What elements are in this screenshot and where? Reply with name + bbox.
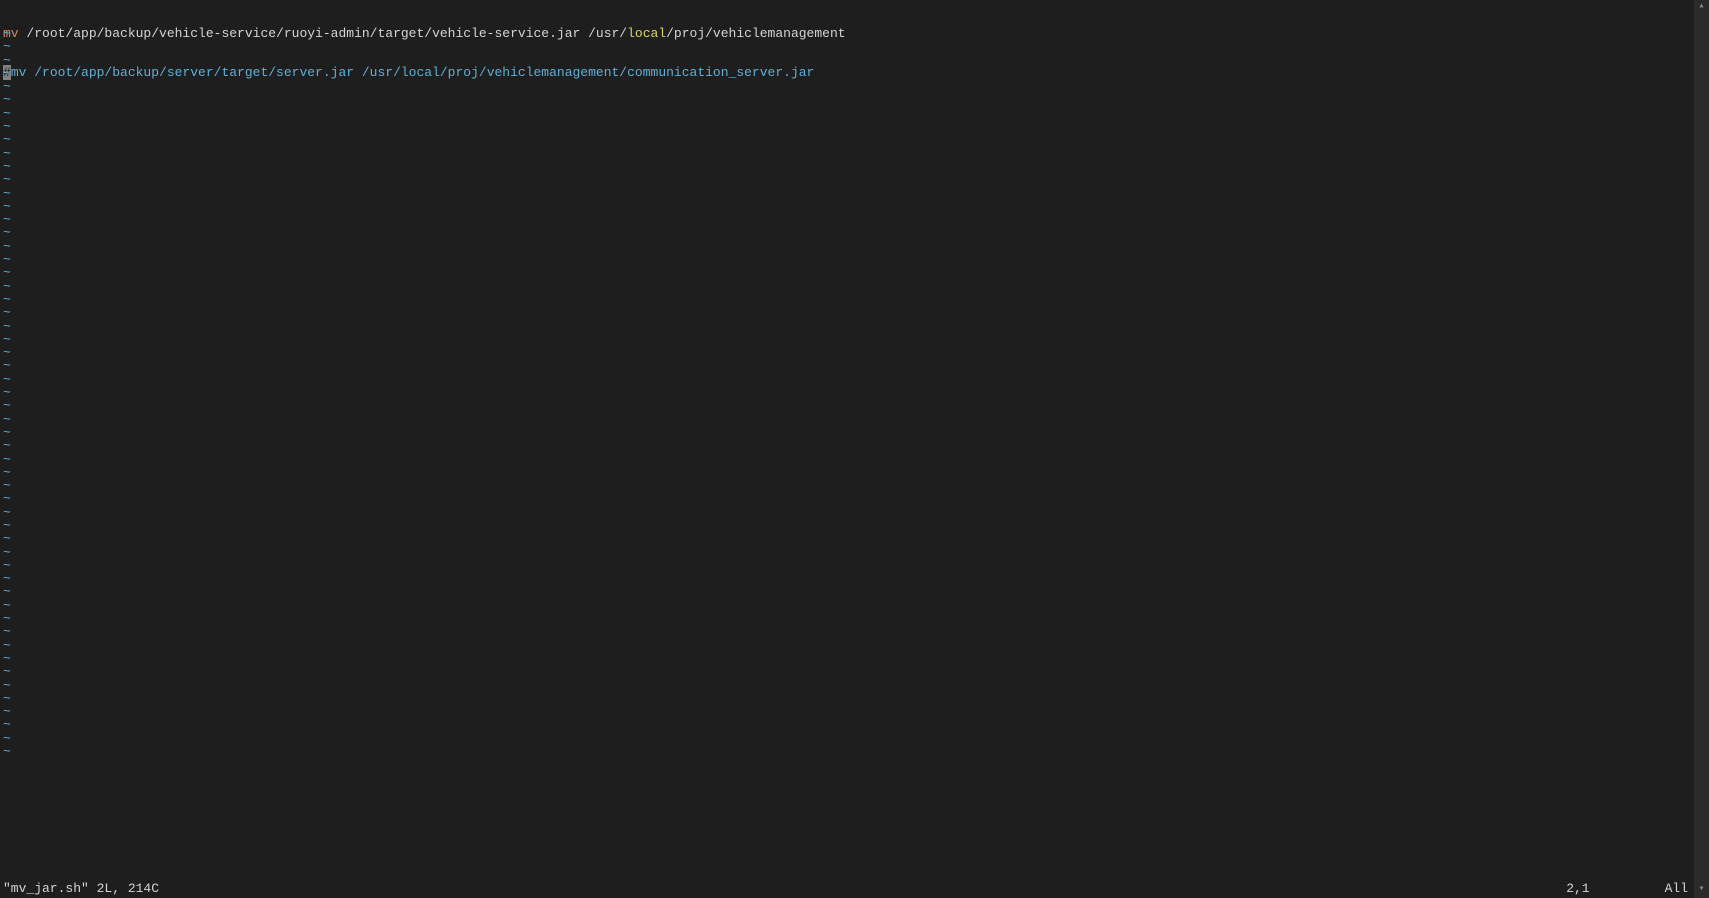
path-text: /root/app/backup/vehicle-service/ruoyi-a… — [19, 26, 628, 41]
empty-line-tilde: ~ — [3, 679, 11, 692]
empty-line-tilde: ~ — [3, 266, 11, 279]
empty-line-tilde: ~ — [3, 585, 11, 598]
empty-line-tilde: ~ — [3, 559, 11, 572]
empty-line-tilde: ~ — [3, 599, 11, 612]
empty-line-tilde: ~ — [3, 639, 11, 652]
empty-line-tilde: ~ — [3, 519, 11, 532]
empty-line-tilde: ~ — [3, 546, 11, 559]
empty-line-tilde: ~ — [3, 453, 11, 466]
empty-line-tilde: ~ — [3, 506, 11, 519]
empty-line-tilde: ~ — [3, 280, 11, 293]
status-position: 2,1 — [1566, 882, 1589, 896]
empty-line-tilde: ~ — [3, 240, 11, 253]
empty-line-tilde: ~ — [3, 745, 11, 758]
empty-line-tilde: ~ — [3, 253, 11, 266]
empty-line-tilde: ~ — [3, 293, 11, 306]
path-text: /proj/vehiclemanagement — [666, 26, 845, 41]
empty-line-tilde: ~ — [3, 718, 11, 731]
empty-line-tilde: ~ — [3, 226, 11, 239]
code-line-2[interactable]: #mv /root/app/backup/server/target/serve… — [0, 66, 1694, 79]
empty-line-tilde: ~ — [3, 652, 11, 665]
empty-line-tilde: ~ — [3, 612, 11, 625]
empty-line-tilde: ~ — [3, 705, 11, 718]
empty-line-tilde: ~ — [3, 373, 11, 386]
empty-line-tilde: ~ — [3, 732, 11, 745]
empty-line-tilde: ~ — [3, 67, 11, 80]
empty-line-tilde: ~ — [3, 120, 11, 133]
empty-line-tilde: ~ — [3, 359, 11, 372]
empty-line-tilde: ~ — [3, 133, 11, 146]
empty-line-tilde: ~ — [3, 572, 11, 585]
empty-line-tilde: ~ — [3, 692, 11, 705]
empty-line-tilde: ~ — [3, 306, 11, 319]
empty-line-tilde: ~ — [3, 413, 11, 426]
scrollbar-down-icon[interactable]: ▾ — [1694, 883, 1709, 898]
comment-text: mv /root/app/backup/server/target/server… — [11, 65, 815, 80]
empty-line-tilde: ~ — [3, 187, 11, 200]
code-line-1[interactable]: mv /root/app/backup/vehicle-service/ruoy… — [0, 27, 1694, 40]
empty-line-tilde: ~ — [3, 27, 11, 40]
search-highlight: local — [627, 26, 666, 41]
empty-line-tilde: ~ — [3, 107, 11, 120]
empty-line-tilde: ~ — [3, 147, 11, 160]
status-bar: "mv_jar.sh" 2L, 214C 2,1 All — [0, 880, 1694, 898]
empty-line-tilde: ~ — [3, 54, 11, 67]
empty-line-tilde: ~ — [3, 399, 11, 412]
empty-line-tilde: ~ — [3, 346, 11, 359]
scrollbar[interactable]: ▴ ▾ — [1694, 0, 1709, 898]
empty-line-tilde: ~ — [3, 479, 11, 492]
empty-line-tilde: ~ — [3, 625, 11, 638]
scrollbar-up-icon[interactable]: ▴ — [1694, 0, 1709, 15]
empty-line-tilde: ~ — [3, 173, 11, 186]
empty-line-tilde: ~ — [3, 213, 11, 226]
empty-line-tilde: ~ — [3, 80, 11, 93]
empty-line-tilde: ~ — [3, 93, 11, 106]
empty-line-tilde: ~ — [3, 532, 11, 545]
empty-line-tilde: ~ — [3, 160, 11, 173]
editor-area[interactable]: mv /root/app/backup/vehicle-service/ruoy… — [0, 0, 1694, 898]
status-filename: "mv_jar.sh" 2L, 214C — [3, 882, 159, 896]
empty-line-tilde: ~ — [3, 426, 11, 439]
empty-line-tilde: ~ — [3, 665, 11, 678]
empty-line-tilde: ~ — [3, 492, 11, 505]
empty-line-tilde: ~ — [3, 320, 11, 333]
empty-lines: ~~~~~~~~~~~~~~~~~~~~~~~~~~~~~~~~~~~~~~~~… — [3, 27, 11, 758]
empty-line-tilde: ~ — [3, 386, 11, 399]
empty-line-tilde: ~ — [3, 333, 11, 346]
empty-line-tilde: ~ — [3, 200, 11, 213]
empty-line-tilde: ~ — [3, 40, 11, 53]
status-scroll: All — [1665, 882, 1688, 896]
empty-line-tilde: ~ — [3, 439, 11, 452]
empty-line-tilde: ~ — [3, 466, 11, 479]
